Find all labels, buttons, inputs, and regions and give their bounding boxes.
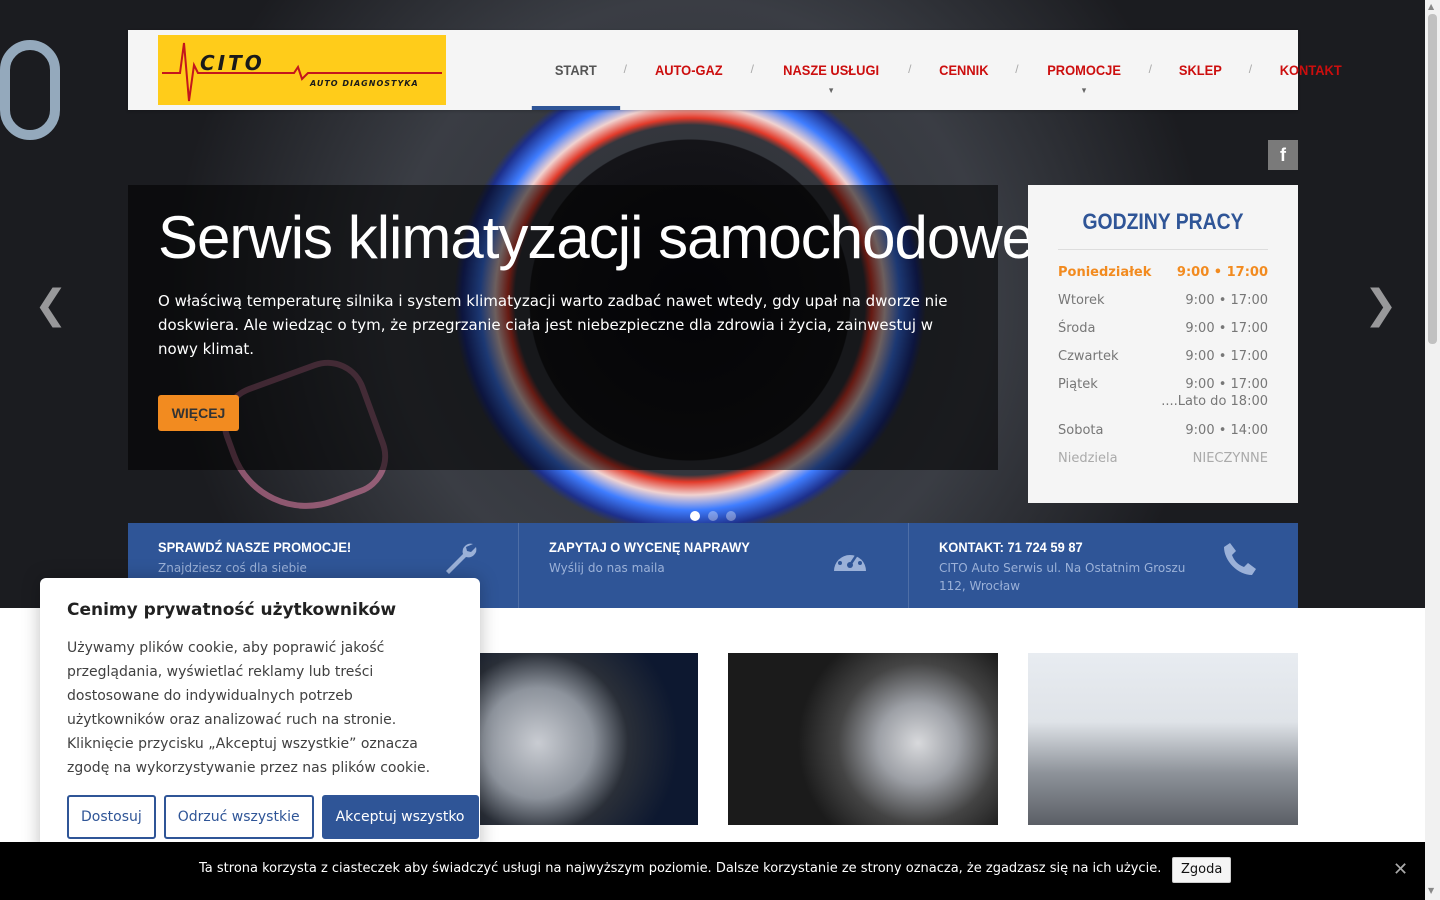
- hours-time: 9:00 • 17:00: [1185, 321, 1268, 336]
- service-card-wheels[interactable]: [728, 653, 998, 825]
- scroll-up-icon[interactable]: ▲: [1428, 2, 1434, 11]
- phone-icon: [1224, 543, 1256, 575]
- nav-item-promocje[interactable]: PROMOCJE ▼: [1024, 30, 1144, 110]
- hours-row: Czwartek 9:00 • 17:00: [1058, 348, 1268, 376]
- nav-item-nasze-uslugi[interactable]: NASZE USŁUGI ▼: [760, 30, 902, 110]
- nav-item-auto-gaz[interactable]: AUTO-GAZ: [632, 30, 746, 110]
- nav-separator: /: [623, 62, 627, 76]
- site-header: CITO AUTO DIAGNOSTYKA START / AUTO-GAZ /…: [128, 30, 1342, 110]
- close-icon[interactable]: ✕: [1393, 859, 1408, 880]
- cookie-notice-text: Ta strona korzysta z ciasteczek aby świa…: [199, 861, 1162, 876]
- cookie-consent-modal: Cenimy prywatność użytkowników Używamy p…: [40, 578, 480, 860]
- hours-time: 9:00 • 14:00: [1185, 423, 1268, 438]
- nav-separator: /: [750, 62, 754, 76]
- hours-row: Sobota 9:00 • 14:00: [1058, 422, 1268, 450]
- hours-time: 9:00 • 17:00: [1185, 349, 1268, 364]
- nav-separator: /: [1148, 62, 1152, 76]
- cookie-modal-buttons: Dostosuj Odrzuć wszystkie Akceptuj wszys…: [67, 795, 479, 839]
- hours-time: 9:00 • 17:00: [1176, 265, 1268, 280]
- hours-row: Wtorek 9:00 • 17:00: [1058, 292, 1268, 320]
- service-card-ac[interactable]: [1028, 653, 1298, 825]
- slider-dot[interactable]: [690, 511, 700, 521]
- slide-title: Serwis klimatyzacji samochodowej: [158, 204, 1047, 271]
- hours-row: Niedziela NIECZYNNE: [1058, 450, 1268, 478]
- wrench-icon: [446, 543, 477, 574]
- slider-dots: [690, 511, 736, 521]
- more-button[interactable]: WIĘCEJ: [158, 395, 239, 431]
- nav-item-sklep[interactable]: SKLEP: [1156, 30, 1245, 110]
- nav-item-kontakt[interactable]: KONTAKT: [1257, 30, 1365, 110]
- logo-brand-text: CITO: [200, 51, 265, 75]
- hours-day: Środa: [1058, 321, 1096, 336]
- slider-prev-arrow-icon[interactable]: ❮: [34, 282, 68, 328]
- main-navigation: START / AUTO-GAZ / NASZE USŁUGI ▼ / CENN…: [528, 30, 1369, 110]
- slider-dot[interactable]: [726, 511, 736, 521]
- hours-day: Czwartek: [1058, 349, 1119, 364]
- slide-caption: Serwis klimatyzacji samochodowej O właśc…: [128, 185, 1047, 470]
- hours-day: Niedziela: [1058, 451, 1118, 466]
- nav-item-label: PROMOCJE: [1046, 62, 1121, 78]
- hours-day: Wtorek: [1058, 293, 1105, 308]
- nav-item-label: NASZE USŁUGI: [783, 62, 880, 78]
- slide-text: O właściwą temperaturę silnika i system …: [158, 292, 948, 358]
- info-subtitle: CITO Auto Serwis ul. Na Ostatnim Groszu …: [939, 561, 1186, 593]
- nav-item-cennik[interactable]: CENNIK: [916, 30, 1011, 110]
- info-title: ZAPYTAJ O WYCENĘ NAPRAWY: [549, 539, 750, 555]
- page-scrollbar[interactable]: ▲ ▼: [1425, 0, 1440, 900]
- hours-time: 9:00 • 17:00: [1185, 293, 1268, 308]
- customize-button[interactable]: Dostosuj: [67, 795, 156, 839]
- nav-separator: /: [1248, 62, 1253, 76]
- slider-dot[interactable]: [708, 511, 718, 521]
- info-item-quote[interactable]: ZAPYTAJ O WYCENĘ NAPRAWY Wyślij do nas m…: [518, 523, 908, 608]
- info-title: KONTAKT: 71 724 59 87: [939, 539, 1083, 555]
- facebook-icon[interactable]: f: [1268, 140, 1298, 170]
- site-logo[interactable]: CITO AUTO DIAGNOSTYKA: [158, 35, 446, 105]
- gauge-icon: [834, 548, 866, 571]
- opening-hours-panel: GODZINY PRACY Poniedziałek 9:00 • 17:00 …: [1028, 185, 1298, 503]
- opening-hours-title: GODZINY PRACY: [1082, 209, 1244, 234]
- divider: [1058, 249, 1268, 250]
- scrollbar-thumb[interactable]: [1428, 14, 1437, 344]
- cookie-notice-bar: Ta strona korzysta z ciasteczek aby świa…: [0, 842, 1425, 900]
- hours-row: Poniedziałek 9:00 • 17:00: [1058, 264, 1268, 292]
- info-title: SPRAWDŹ NASZE PROMOCJE!: [158, 539, 352, 555]
- hours-row: Środa 9:00 • 17:00: [1058, 320, 1268, 348]
- chevron-down-icon: ▼: [1079, 86, 1088, 95]
- hours-time: NIECZYNNE: [1192, 451, 1268, 466]
- info-item-contact[interactable]: KONTAKT: 71 724 59 87 CITO Auto Serwis u…: [908, 523, 1298, 608]
- info-subtitle: Znajdziesz coś dla siebie: [158, 561, 307, 575]
- hours-day: Sobota: [1058, 423, 1104, 438]
- nav-item-start[interactable]: START: [531, 30, 620, 110]
- accept-all-button[interactable]: Akceptuj wszystko: [321, 795, 479, 839]
- cookie-modal-title: Cenimy prywatność użytkowników: [67, 600, 397, 620]
- hours-day: Poniedziałek: [1058, 265, 1152, 280]
- nav-separator: /: [1015, 62, 1019, 76]
- chevron-down-icon: ▼: [827, 86, 835, 95]
- slider-next-arrow-icon[interactable]: ❯: [1364, 282, 1398, 328]
- hero-background-digit: [0, 40, 60, 140]
- logo-subtitle-text: AUTO DIAGNOSTYKA: [310, 79, 419, 88]
- agree-button[interactable]: Zgoda: [1172, 857, 1232, 883]
- nav-separator: /: [908, 62, 912, 76]
- info-subtitle: Wyślij do nas maila: [549, 561, 665, 575]
- hours-day: Piątek: [1058, 377, 1098, 392]
- scroll-down-icon[interactable]: ▼: [1428, 886, 1434, 895]
- reject-all-button[interactable]: Odrzuć wszystkie: [163, 795, 314, 839]
- cookie-modal-text: Używamy plików cookie, aby poprawić jako…: [67, 640, 431, 776]
